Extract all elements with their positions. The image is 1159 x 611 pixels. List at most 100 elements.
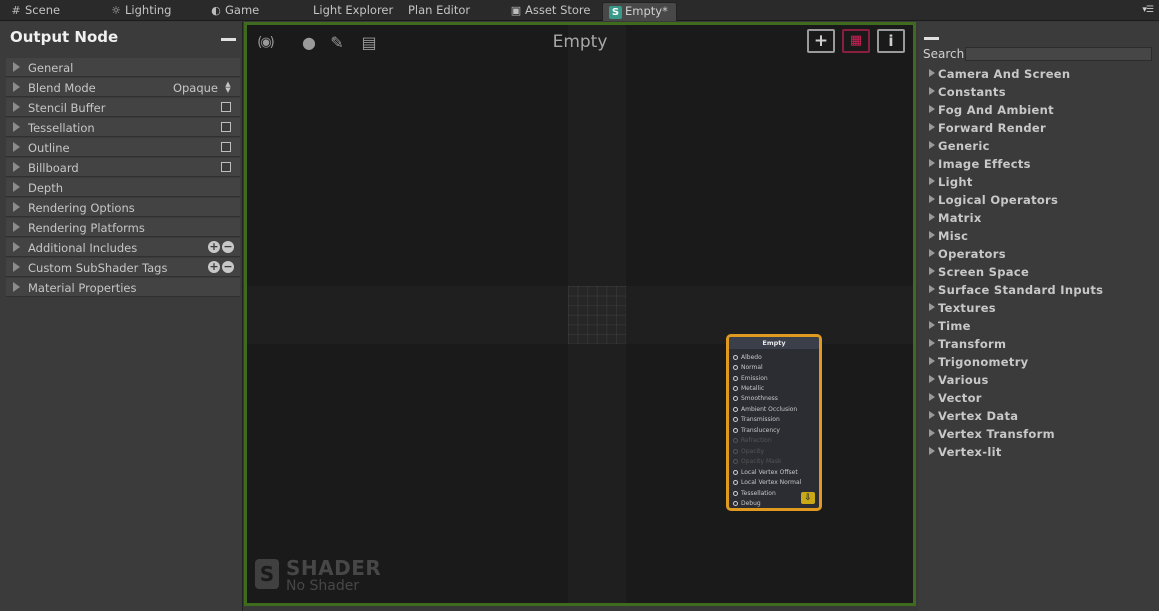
tessellation-checkbox[interactable] <box>221 122 231 132</box>
port-opacity-mask[interactable]: Opacity Mask <box>733 457 781 467</box>
add-icon[interactable]: + <box>208 241 220 253</box>
category-constants[interactable]: Constants <box>929 85 1006 101</box>
expand-arrow-icon <box>929 123 935 131</box>
expand-arrow-icon <box>13 182 20 192</box>
add-icon[interactable]: + <box>208 261 220 273</box>
output-node[interactable]: Empty Albedo Normal Emission Metallic Sm… <box>726 334 822 511</box>
section-label: Depth <box>28 181 64 195</box>
category-vertex-data[interactable]: Vertex Data <box>929 409 1018 425</box>
section-outline[interactable]: Outline <box>6 138 240 157</box>
info-icon[interactable]: i <box>877 29 905 53</box>
tab-light-explorer[interactable]: Light Explorer <box>304 2 393 21</box>
remove-icon[interactable]: − <box>222 241 234 253</box>
port-debug[interactable]: Debug <box>733 499 761 509</box>
section-label: Material Properties <box>28 281 137 295</box>
port-refraction[interactable]: Refraction <box>733 436 772 446</box>
category-light[interactable]: Light <box>929 175 973 191</box>
expand-arrow-icon <box>13 62 20 72</box>
category-forward-render[interactable]: Forward Render <box>929 121 1046 137</box>
section-rendering-platforms[interactable]: Rendering Platforms <box>6 218 240 237</box>
category-matrix[interactable]: Matrix <box>929 211 982 227</box>
expand-arrow-icon <box>929 447 935 455</box>
section-label: Custom SubShader Tags <box>28 261 168 275</box>
category-vector[interactable]: Vector <box>929 391 982 407</box>
category-transform[interactable]: Transform <box>929 337 1006 353</box>
category-generic[interactable]: Generic <box>929 139 990 155</box>
port-dot-icon <box>733 407 738 412</box>
section-general[interactable]: General <box>6 58 240 77</box>
category-vertex-transform[interactable]: Vertex Transform <box>929 427 1055 443</box>
expand-arrow-icon <box>929 375 935 383</box>
category-vertex-lit[interactable]: Vertex-lit <box>929 445 1002 461</box>
tab-asset-store[interactable]: ▣ Asset Store <box>510 2 591 21</box>
tab-empty-shader[interactable]: S Empty* <box>602 2 677 21</box>
blend-mode-dropdown[interactable]: Opaque <box>173 81 218 95</box>
port-dot-icon <box>733 376 738 381</box>
tab-menu-icon[interactable]: ▾☰ <box>1142 5 1154 15</box>
expand-arrow-icon <box>13 282 20 292</box>
save-download-icon[interactable]: ⇩ <box>801 492 815 504</box>
category-textures[interactable]: Textures <box>929 301 996 317</box>
billboard-checkbox[interactable] <box>221 162 231 172</box>
section-tessellation[interactable]: Tessellation <box>6 118 240 137</box>
category-fog-and-ambient[interactable]: Fog And Ambient <box>929 103 1054 119</box>
grid-toggle-icon[interactable]: ▦ <box>842 29 870 53</box>
outline-checkbox[interactable] <box>221 142 231 152</box>
tab-scene[interactable]: # Scene <box>10 2 60 21</box>
minimize-icon[interactable] <box>221 38 236 41</box>
tab-lighting[interactable]: ☼ Lighting <box>110 2 171 21</box>
section-custom-subshader-tags[interactable]: Custom SubShader Tags + − <box>6 258 240 277</box>
expand-arrow-icon <box>929 357 935 365</box>
minimize-icon[interactable] <box>924 37 939 40</box>
port-emission[interactable]: Emission <box>733 374 768 384</box>
port-transmission[interactable]: Transmission <box>733 415 780 425</box>
port-smoothness[interactable]: Smoothness <box>733 394 778 404</box>
expand-arrow-icon <box>929 159 935 167</box>
port-normal[interactable]: Normal <box>733 363 763 373</box>
port-ambient-occlusion[interactable]: Ambient Occlusion <box>733 405 797 415</box>
category-logical-operators[interactable]: Logical Operators <box>929 193 1058 209</box>
port-translucency[interactable]: Translucency <box>733 426 780 436</box>
section-stencil-buffer[interactable]: Stencil Buffer <box>6 98 240 117</box>
expand-arrow-icon <box>929 249 935 257</box>
tab-plan-editor[interactable]: Plan Editor <box>408 2 470 21</box>
section-billboard[interactable]: Billboard <box>6 158 240 177</box>
port-tessellation[interactable]: Tessellation <box>733 489 776 499</box>
port-local-vertex-normal[interactable]: Local Vertex Normal <box>733 478 801 488</box>
section-rendering-options[interactable]: Rendering Options <box>6 198 240 217</box>
expand-arrow-icon <box>13 122 20 132</box>
tab-game[interactable]: ◐ Game <box>210 2 259 21</box>
category-operators[interactable]: Operators <box>929 247 1006 263</box>
category-label: Misc <box>938 229 969 243</box>
port-albedo[interactable]: Albedo <box>733 353 762 363</box>
section-label: Blend Mode <box>28 81 96 95</box>
port-opacity[interactable]: Opacity <box>733 447 764 457</box>
category-image-effects[interactable]: Image Effects <box>929 157 1031 173</box>
port-local-vertex-offset[interactable]: Local Vertex Offset <box>733 468 798 478</box>
dropdown-arrows-icon: ▲ ▼ <box>225 80 231 94</box>
section-additional-includes[interactable]: Additional Includes + − <box>6 238 240 257</box>
section-depth[interactable]: Depth <box>6 178 240 197</box>
expand-arrow-icon <box>13 222 20 232</box>
category-screen-space[interactable]: Screen Space <box>929 265 1029 281</box>
category-surface-standard-inputs[interactable]: Surface Standard Inputs <box>929 283 1103 299</box>
category-time[interactable]: Time <box>929 319 971 335</box>
expand-arrow-icon <box>929 429 935 437</box>
section-label: Rendering Options <box>28 201 135 215</box>
stencil-buffer-checkbox[interactable] <box>221 102 231 112</box>
port-label: Refraction <box>741 437 772 444</box>
category-camera-and-screen[interactable]: Camera And Screen <box>929 67 1070 83</box>
category-label: Logical Operators <box>938 193 1059 207</box>
section-blend-mode[interactable]: Blend Mode Opaque ▲ ▼ <box>6 78 240 97</box>
category-various[interactable]: Various <box>929 373 989 389</box>
search-input[interactable] <box>965 47 1152 61</box>
tab-label: Game <box>225 3 260 17</box>
port-metallic[interactable]: Metallic <box>733 384 764 394</box>
category-misc[interactable]: Misc <box>929 229 968 245</box>
remove-icon[interactable]: − <box>222 261 234 273</box>
section-material-properties[interactable]: Material Properties <box>6 278 240 297</box>
shader-graph-canvas[interactable]: (◉) ● ✎ ▤ Empty + ▦ i Empty Albedo Norma… <box>244 22 916 606</box>
focus-plus-icon[interactable]: + <box>807 29 835 53</box>
category-trigonometry[interactable]: Trigonometry <box>929 355 1028 371</box>
tab-label: Empty* <box>625 4 668 18</box>
